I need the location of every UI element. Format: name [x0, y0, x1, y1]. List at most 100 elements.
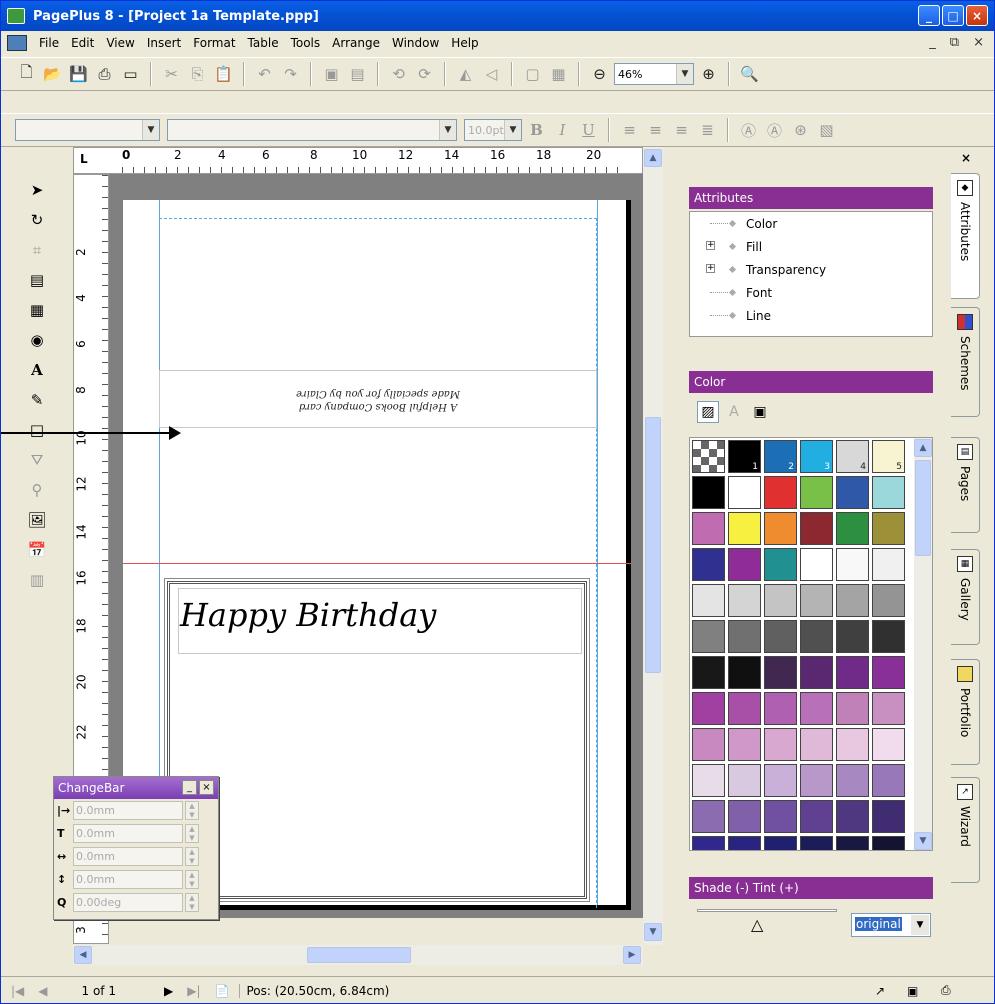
spin-icon[interactable]: ▲ ▼ [185, 870, 199, 889]
color-swatch[interactable] [872, 548, 905, 581]
color-swatch[interactable]: 1 [728, 440, 761, 473]
color-swatch[interactable] [728, 836, 761, 850]
changebar-close-button[interactable]: × [199, 780, 214, 795]
tab-portfolio[interactable]: Portfolio [951, 659, 980, 765]
flip-horizontal-icon[interactable]: ◭ [454, 63, 477, 86]
color-swatch[interactable] [692, 476, 725, 509]
color-swatch[interactable] [692, 548, 725, 581]
color-swatch[interactable] [800, 764, 833, 797]
underline-button[interactable]: U [577, 119, 600, 142]
transparency-tool-icon[interactable]: ⚲ [17, 477, 57, 503]
spin-icon[interactable]: ▲ ▼ [185, 847, 199, 866]
italic-button[interactable]: I [551, 119, 574, 142]
text-format-icon[interactable]: Ⓐ [737, 119, 760, 142]
horizontal-scrollbar[interactable]: ◀ ▶ [73, 945, 643, 965]
next-page-icon[interactable]: ▶ [164, 984, 173, 998]
color-swatch[interactable] [764, 476, 797, 509]
color-swatch[interactable] [872, 620, 905, 653]
snap-icon[interactable]: ↗ [875, 984, 885, 998]
link-icon[interactable]: ⊛ [789, 119, 812, 142]
color-swatch[interactable] [800, 548, 833, 581]
height-field[interactable]: 0.0mm [73, 870, 183, 889]
paste-icon[interactable]: 📋 [212, 63, 235, 86]
cut-icon[interactable]: ✂ [160, 63, 183, 86]
align-left-icon[interactable]: ≡ [618, 119, 641, 142]
chevron-down-icon[interactable]: ▼ [439, 120, 456, 140]
chevron-down-icon[interactable]: ▼ [142, 120, 159, 140]
color-swatch[interactable] [800, 584, 833, 617]
attr-fill[interactable]: + Fill [690, 235, 932, 258]
color-swatch[interactable] [764, 728, 797, 761]
color-swatch[interactable] [872, 764, 905, 797]
bold-button[interactable]: B [525, 119, 548, 142]
color-swatch[interactable] [692, 656, 725, 689]
pen-tool-icon[interactable]: ✎ [17, 387, 57, 413]
changebar-minimize-button[interactable]: _ [182, 780, 197, 795]
fill-color-icon[interactable]: ▨ [697, 401, 719, 423]
justify-icon[interactable]: ≣ [696, 119, 719, 142]
attributes-header[interactable]: Attributes [689, 187, 933, 209]
color-swatch[interactable] [764, 548, 797, 581]
heading-text[interactable]: Happy Birthday [180, 596, 436, 634]
minimize-button[interactable]: _ [918, 5, 940, 26]
scroll-thumb[interactable] [645, 417, 661, 673]
color-swatch[interactable]: 5 [872, 440, 905, 473]
vertical-scrollbar[interactable]: ▲ ▼ [643, 147, 663, 945]
last-page-icon[interactable]: ▶| [187, 984, 200, 998]
spin-icon[interactable]: ▲ ▼ [185, 824, 199, 843]
menu-window[interactable]: Window [386, 36, 445, 50]
color-swatch[interactable] [800, 800, 833, 833]
color-swatch[interactable] [872, 836, 905, 850]
tab-gallery[interactable]: ▦ Gallery [951, 549, 980, 645]
scroll-thumb[interactable] [915, 460, 931, 556]
color-swatch[interactable] [800, 476, 833, 509]
color-swatch[interactable] [764, 584, 797, 617]
color-swatch[interactable] [728, 728, 761, 761]
menu-table[interactable]: Table [242, 36, 285, 50]
color-swatch[interactable] [800, 512, 833, 545]
crop-tool-icon[interactable]: ⌗ [17, 237, 57, 263]
fill-tool-icon[interactable]: ⛛ [17, 447, 57, 473]
color-swatch[interactable] [728, 512, 761, 545]
shade-tint-header[interactable]: Shade (-) Tint (+) [689, 877, 933, 899]
doc-restore-button[interactable]: ⧉ [950, 35, 959, 50]
attr-line[interactable]: Line [690, 304, 932, 327]
color-swatch[interactable] [728, 476, 761, 509]
attr-transparency[interactable]: + Transparency [690, 258, 932, 281]
color-swatch[interactable] [800, 656, 833, 689]
layout-icon[interactable]: ▣ [907, 984, 918, 998]
expand-icon[interactable]: + [706, 241, 715, 250]
shade-slider[interactable] [697, 909, 837, 912]
save-icon[interactable]: 💾 [67, 63, 90, 86]
doc-close-button[interactable]: × [973, 35, 984, 50]
text-frame-icon[interactable]: ▤ [17, 267, 57, 293]
color-swatch[interactable] [728, 548, 761, 581]
picture-tool-icon[interactable]: 🖼 [17, 507, 57, 533]
menu-format[interactable]: Format [187, 36, 241, 50]
menu-view[interactable]: View [100, 36, 140, 50]
color-swatch[interactable] [764, 656, 797, 689]
page-manager-icon[interactable]: 📄 [215, 984, 230, 998]
print-status-icon[interactable]: ⎙ [941, 983, 951, 998]
credit-text-frame[interactable]: A Helpful Books Company card Made specia… [159, 370, 597, 428]
color-swatch[interactable] [836, 728, 869, 761]
color-swatch[interactable] [764, 836, 797, 850]
database-tool-icon[interactable]: ▥ [17, 567, 57, 593]
prev-page-icon[interactable]: ◀ [38, 984, 47, 998]
y-offset-field[interactable]: 0.0mm [73, 824, 183, 843]
color-swatch[interactable] [872, 800, 905, 833]
style-combo[interactable]: ▼ [15, 119, 160, 141]
align-center-icon[interactable]: ≡ [644, 119, 667, 142]
chevron-down-icon[interactable]: ▼ [676, 64, 693, 84]
palette-scrollbar[interactable]: ▲ ▼ [914, 438, 932, 850]
x-offset-field[interactable]: 0.0mm [73, 801, 183, 820]
heading-frame[interactable]: Happy Birthday [164, 578, 590, 902]
crop-icon[interactable]: ▦ [547, 63, 570, 86]
zoom-combo[interactable]: 46% ▼ [614, 63, 694, 85]
color-swatch[interactable] [836, 548, 869, 581]
copy-icon[interactable]: ⎘ [186, 63, 209, 86]
text-color-icon[interactable]: A [723, 401, 745, 423]
rotation-field[interactable]: 0.00deg [73, 893, 183, 912]
color-swatch[interactable] [692, 512, 725, 545]
color-swatch[interactable] [728, 800, 761, 833]
